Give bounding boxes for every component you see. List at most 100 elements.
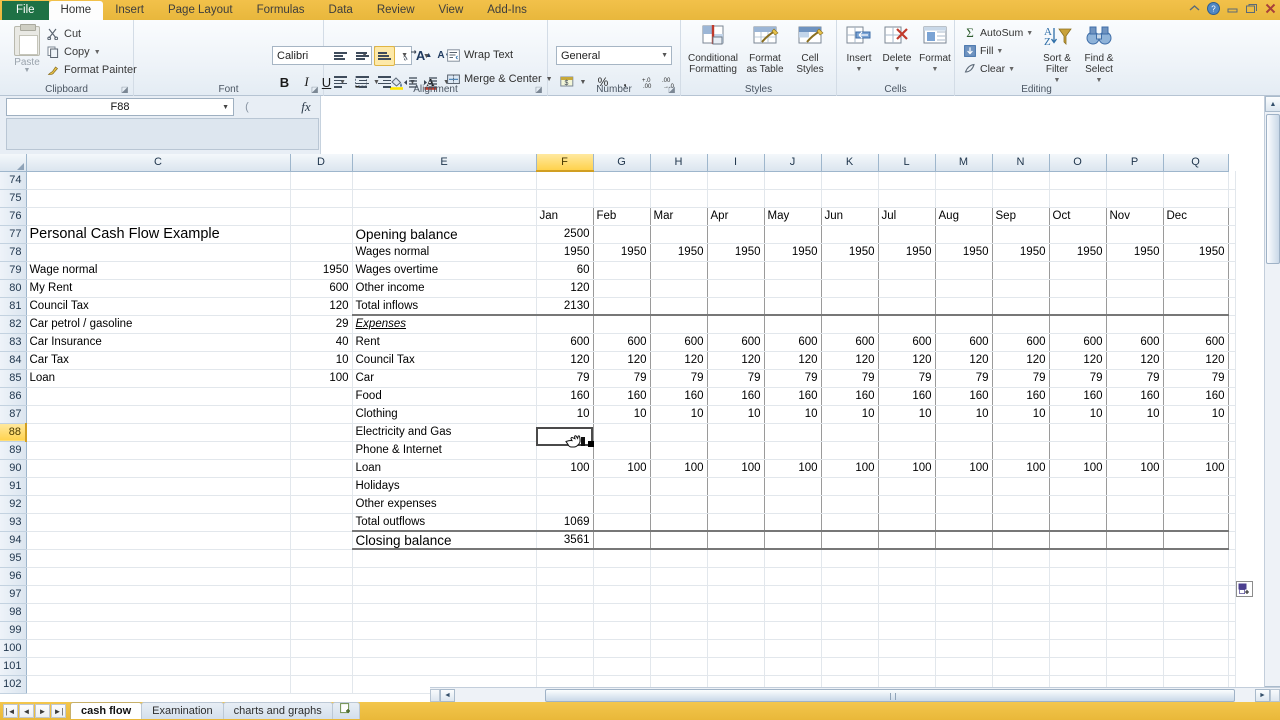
cell-R100[interactable]	[1228, 639, 1236, 658]
cell-F92[interactable]	[536, 495, 594, 514]
cell-D88[interactable]	[290, 423, 353, 442]
cell-N97[interactable]	[992, 585, 1050, 604]
find-select-button[interactable]: Find & Select ▼	[1079, 24, 1119, 84]
cell-J95[interactable]	[764, 549, 822, 568]
insert-function-icon[interactable]: fx	[296, 98, 316, 116]
cell-H89[interactable]	[650, 441, 708, 460]
column-header-M[interactable]: M	[935, 154, 993, 172]
cell-O98[interactable]	[1049, 603, 1107, 622]
cell-F94[interactable]: 3561	[536, 531, 594, 550]
cell-O74[interactable]	[1049, 171, 1107, 190]
cell-I79[interactable]	[707, 261, 765, 280]
cell-N82[interactable]	[992, 315, 1050, 334]
row-header-77[interactable]: 77	[0, 225, 27, 244]
column-header-Q[interactable]: Q	[1163, 154, 1229, 172]
cell-H75[interactable]	[650, 189, 708, 208]
cell-D97[interactable]	[290, 585, 353, 604]
previous-sheet-button[interactable]: ◄	[19, 704, 34, 718]
cell-R82[interactable]	[1228, 315, 1236, 334]
column-header-P[interactable]: P	[1106, 154, 1164, 172]
cell-F100[interactable]	[536, 639, 594, 658]
cell-R96[interactable]	[1228, 567, 1236, 586]
cell-J81[interactable]	[764, 297, 822, 316]
row-header-96[interactable]: 96	[0, 567, 27, 586]
cell-F78[interactable]: 1950	[536, 243, 594, 262]
cell-N93[interactable]	[992, 513, 1050, 532]
cell-F80[interactable]: 120	[536, 279, 594, 298]
cell-G89[interactable]	[593, 441, 651, 460]
cell-I91[interactable]	[707, 477, 765, 496]
cell-O85[interactable]: 79	[1049, 369, 1107, 388]
cell-O92[interactable]	[1049, 495, 1107, 514]
cell-P88[interactable]	[1106, 423, 1164, 442]
cell-G100[interactable]	[593, 639, 651, 658]
cell-Q75[interactable]	[1163, 189, 1229, 208]
cell-C98[interactable]	[26, 603, 291, 622]
cell-O79[interactable]	[1049, 261, 1107, 280]
cell-R80[interactable]	[1228, 279, 1236, 298]
cell-E100[interactable]	[352, 639, 537, 658]
cell-O76[interactable]: Oct	[1049, 206, 1107, 226]
cell-Q91[interactable]	[1163, 477, 1229, 496]
cell-O75[interactable]	[1049, 189, 1107, 208]
cell-O96[interactable]	[1049, 567, 1107, 586]
cell-I84[interactable]: 120	[707, 351, 765, 370]
cell-M100[interactable]	[935, 639, 993, 658]
ribbon-tab-add-ins[interactable]: Add-Ins	[475, 1, 539, 20]
cell-C101[interactable]	[26, 657, 291, 676]
cell-D81[interactable]: 120	[290, 297, 353, 316]
cell-P89[interactable]	[1106, 441, 1164, 460]
cell-H96[interactable]	[650, 567, 708, 586]
cell-Q86[interactable]: 160	[1163, 387, 1229, 406]
column-header-I[interactable]: I	[707, 154, 765, 172]
cell-Q84[interactable]: 120	[1163, 351, 1229, 370]
cell-F76[interactable]: Jan	[536, 206, 594, 226]
row-header-79[interactable]: 79	[0, 261, 27, 280]
last-sheet-button[interactable]: ►|	[51, 704, 66, 718]
cell-P86[interactable]: 160	[1106, 387, 1164, 406]
cell-E89[interactable]: Phone & Internet	[351, 441, 537, 460]
cell-O94[interactable]	[1049, 531, 1107, 550]
cell-H86[interactable]: 160	[650, 387, 708, 406]
cell-C84[interactable]: Car Tax	[26, 351, 291, 370]
cell-L91[interactable]	[878, 477, 936, 496]
cell-R101[interactable]	[1228, 657, 1236, 676]
horizontal-scroll-thumb[interactable]	[545, 688, 1235, 702]
cell-C75[interactable]	[26, 189, 291, 208]
row-header-92[interactable]: 92	[0, 495, 27, 514]
cell-C102[interactable]	[26, 675, 291, 694]
cell-N84[interactable]: 120	[992, 351, 1050, 370]
cell-G88[interactable]	[593, 423, 651, 442]
number-dialog-launcher[interactable]: ◪	[668, 85, 677, 94]
cell-N87[interactable]: 10	[992, 405, 1050, 424]
cell-P95[interactable]	[1106, 549, 1164, 568]
cell-styles-button[interactable]: Cell Styles	[789, 24, 831, 78]
row-header-101[interactable]: 101	[0, 657, 27, 676]
cell-C93[interactable]	[26, 513, 291, 532]
cell-Q83[interactable]: 600	[1163, 333, 1229, 352]
cell-I87[interactable]: 10	[707, 405, 765, 424]
cell-L92[interactable]	[878, 495, 936, 514]
vertical-scroll-thumb[interactable]	[1266, 114, 1280, 264]
cell-F101[interactable]	[536, 657, 594, 676]
cell-K85[interactable]: 79	[821, 369, 879, 388]
font-dialog-launcher[interactable]: ◪	[311, 85, 320, 94]
cell-M94[interactable]	[935, 531, 993, 550]
cell-E87[interactable]: Clothing	[351, 405, 537, 424]
cell-E91[interactable]: Holidays	[351, 477, 537, 496]
horizontal-split-handle-right[interactable]	[1270, 688, 1280, 702]
column-header-E[interactable]: E	[352, 154, 537, 172]
cell-E81[interactable]: Total inflows	[351, 297, 537, 316]
cut-button[interactable]: Cut	[46, 27, 81, 41]
cell-I77[interactable]	[707, 225, 765, 244]
cell-K78[interactable]: 1950	[821, 243, 879, 262]
cell-C86[interactable]	[26, 387, 291, 406]
scroll-up-button[interactable]: ▲	[1265, 96, 1280, 112]
autosum-button[interactable]: Σ AutoSum ▼	[963, 25, 1033, 40]
cell-N75[interactable]	[992, 189, 1050, 208]
paste-button[interactable]: Paste ▼	[6, 24, 48, 78]
clipboard-dialog-launcher[interactable]: ◪	[121, 85, 130, 94]
cell-D83[interactable]: 40	[290, 333, 353, 352]
cell-G78[interactable]: 1950	[593, 243, 651, 262]
cell-H84[interactable]: 120	[650, 351, 708, 370]
